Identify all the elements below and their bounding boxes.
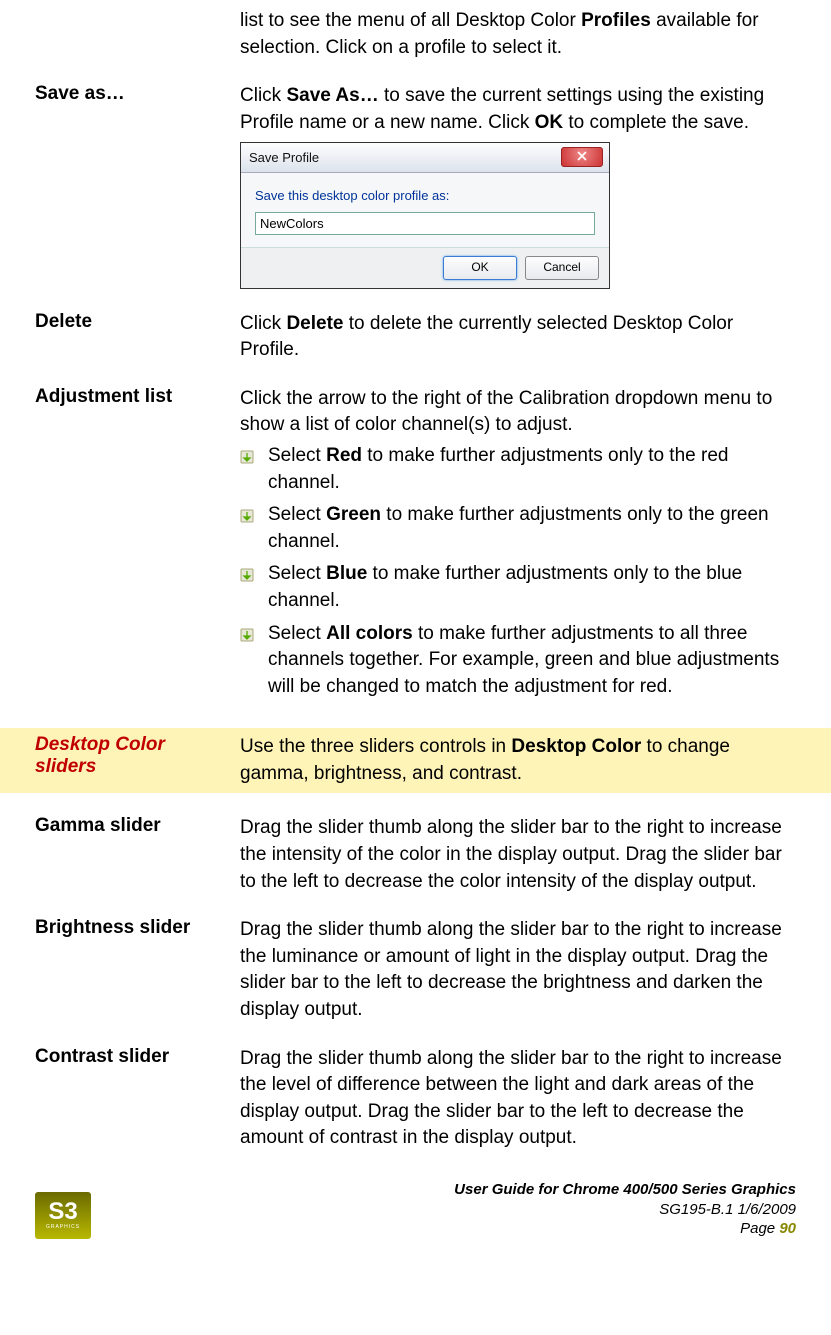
contrast-desc: Drag the slider thumb along the slider b… (240, 1046, 796, 1152)
text: Select (268, 563, 326, 584)
logo-text: S3 (48, 1200, 77, 1224)
intro-text: list to see the menu of all Desktop Colo… (240, 8, 796, 61)
adjustment-list-label: Adjustment list (35, 386, 240, 707)
adjustment-list-row: Adjustment list Click the arrow to the r… (35, 386, 796, 707)
dialog-body: Save this desktop color profile as: (241, 173, 609, 246)
footer-doc-info: SG195-B.1 1/6/2009 (91, 1200, 796, 1220)
bold-text: Blue (326, 563, 367, 584)
dialog-titlebar: Save Profile (241, 143, 609, 173)
logo-subtext: GRAPHICS (46, 1224, 80, 1230)
text: Click (240, 85, 286, 106)
list-item: Select Green to make further adjustments… (240, 502, 796, 555)
list-item: Select All colors to make further adjust… (240, 621, 796, 701)
s3-logo: S3 GRAPHICS (35, 1192, 91, 1239)
desktop-color-sliders-row: Desktop Color sliders Use the three slid… (0, 728, 831, 793)
footer-title: User Guide for Chrome 400/500 Series Gra… (91, 1180, 796, 1200)
save-as-desc: Click Save As… to save the current setti… (240, 83, 796, 288)
bold-text: Desktop Color (511, 736, 641, 757)
text: list to see the menu of all Desktop Colo… (240, 10, 581, 31)
text: Use the three sliders controls in (240, 736, 511, 757)
arrow-down-icon (240, 502, 268, 555)
close-icon (577, 149, 587, 166)
intro-row: list to see the menu of all Desktop Colo… (35, 8, 796, 61)
cancel-button[interactable]: Cancel (525, 256, 599, 280)
delete-desc: Click Delete to delete the currently sel… (240, 311, 796, 364)
page-label: Page (740, 1220, 779, 1237)
ok-button[interactable]: OK (443, 256, 517, 280)
gamma-label: Gamma slider (35, 815, 240, 895)
bullet-text: Select Blue to make further adjustments … (268, 561, 796, 614)
bold-text: OK (535, 112, 564, 133)
page-content: list to see the menu of all Desktop Colo… (0, 8, 831, 1152)
adjustment-list-desc: Click the arrow to the right of the Cali… (240, 386, 796, 707)
bold-text: Profiles (581, 10, 651, 31)
bold-text: Green (326, 504, 381, 525)
footer-text: User Guide for Chrome 400/500 Series Gra… (91, 1180, 796, 1239)
delete-row: Delete Click Delete to delete the curren… (35, 311, 796, 364)
contrast-slider-row: Contrast slider Drag the slider thumb al… (35, 1046, 796, 1152)
desktop-color-label: Desktop Color sliders (35, 734, 240, 787)
dialog-buttons: OK Cancel (241, 247, 609, 288)
bullet-text: Select All colors to make further adjust… (268, 621, 796, 701)
dialog-prompt: Save this desktop color profile as: (255, 187, 595, 205)
arrow-down-icon (240, 561, 268, 614)
bold-text: Save As… (286, 85, 378, 106)
footer-page: Page 90 (91, 1219, 796, 1239)
bullet-list: Select Red to make further adjustments o… (240, 443, 796, 700)
button-label: Cancel (543, 259, 580, 276)
arrow-down-icon (240, 621, 268, 701)
bold-text: Delete (286, 313, 343, 334)
save-as-row: Save as… Click Save As… to save the curr… (35, 83, 796, 288)
bullet-text: Select Red to make further adjustments o… (268, 443, 796, 496)
button-label: OK (471, 259, 488, 276)
bold-text: All colors (326, 623, 413, 644)
contrast-label: Contrast slider (35, 1046, 240, 1152)
save-profile-dialog: Save Profile Save this desktop color pro… (240, 142, 610, 288)
text: Click (240, 313, 286, 334)
brightness-desc: Drag the slider thumb along the slider b… (240, 917, 796, 1023)
text: Select (268, 445, 326, 466)
text: to complete the save. (563, 112, 749, 133)
bullet-text: Select Green to make further adjustments… (268, 502, 796, 555)
arrow-down-icon (240, 443, 268, 496)
desktop-color-desc: Use the three sliders controls in Deskto… (240, 734, 796, 787)
brightness-label: Brightness slider (35, 917, 240, 1023)
text: Select (268, 623, 326, 644)
page-number: 90 (779, 1220, 796, 1237)
close-button[interactable] (561, 147, 603, 167)
text: Select (268, 504, 326, 525)
dialog-title: Save Profile (249, 149, 319, 167)
save-as-label: Save as… (35, 83, 240, 288)
text: Click the arrow to the right of the Cali… (240, 388, 772, 436)
gamma-slider-row: Gamma slider Drag the slider thumb along… (35, 815, 796, 895)
bold-text: Red (326, 445, 362, 466)
brightness-slider-row: Brightness slider Drag the slider thumb … (35, 917, 796, 1023)
gamma-desc: Drag the slider thumb along the slider b… (240, 815, 796, 895)
page-footer: S3 GRAPHICS User Guide for Chrome 400/50… (0, 1174, 831, 1249)
list-item: Select Blue to make further adjustments … (240, 561, 796, 614)
delete-label: Delete (35, 311, 240, 364)
profile-name-input[interactable] (255, 212, 595, 235)
list-item: Select Red to make further adjustments o… (240, 443, 796, 496)
